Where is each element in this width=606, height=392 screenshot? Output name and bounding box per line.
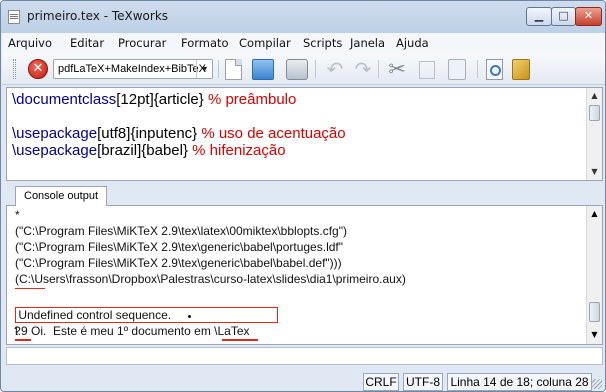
- console-line: (C:\Users\frasson\Dropbox\Palestras\curs…: [15, 272, 406, 286]
- scroll-down-icon[interactable]: ▼: [587, 167, 602, 176]
- typeset-engine-select[interactable]: pdfLaTeX+MakeIndex+BibTeX ▼: [53, 59, 213, 79]
- line-ending-indicator[interactable]: CRLF: [363, 373, 399, 391]
- latex-comment: % preâmbulo: [203, 91, 297, 108]
- latex-command: \documentclass: [12, 91, 117, 108]
- console-prompt: ?: [14, 324, 21, 338]
- latex-comment: % hifenização: [188, 142, 286, 159]
- save-icon[interactable]: [286, 59, 308, 80]
- title-bar: primeiro.tex - TeXworks ▁ □ ✕: [1, 1, 605, 33]
- resize-grip-icon[interactable]: [592, 379, 602, 389]
- menu-editar[interactable]: Editar: [70, 36, 104, 50]
- typeset-engine-value: pdfLaTeX+MakeIndex+BibTeX: [58, 63, 206, 75]
- menu-scripts[interactable]: Scripts: [303, 36, 342, 50]
- replace-icon[interactable]: [512, 59, 530, 80]
- editor-scrollbar[interactable]: ▲ ▼: [586, 88, 602, 180]
- scroll-up-icon[interactable]: ▲: [587, 209, 602, 218]
- encoding-indicator[interactable]: UTF-8: [403, 373, 443, 391]
- console-scrollbar[interactable]: ▲ ▼: [586, 206, 602, 344]
- menu-formato[interactable]: Formato: [181, 36, 229, 50]
- menu-bar: Arquivo Editar Procurar Formato Compilar…: [2, 33, 605, 53]
- code-line: \usepackage[brazil]{babel} % hifenização: [12, 142, 286, 159]
- document-app-icon: [8, 10, 20, 24]
- menu-ajuda[interactable]: Ajuda: [396, 36, 429, 50]
- menu-arquivo[interactable]: Arquivo: [8, 36, 52, 50]
- error-underline: [15, 288, 45, 289]
- latex-comment: % uso de acentuação: [197, 125, 346, 142]
- menu-procurar[interactable]: Procurar: [118, 36, 166, 50]
- scroll-up-icon[interactable]: ▲: [587, 91, 602, 100]
- console-line: ("C:\Program Files\MiKTeX 2.9\tex\generi…: [15, 256, 342, 270]
- scroll-thumb[interactable]: [589, 302, 600, 322]
- toolbar: ✕ pdfLaTeX+MakeIndex+BibTeX ▼ ↶ ↷ ✂: [2, 53, 605, 85]
- menu-janela[interactable]: Janela: [350, 36, 385, 50]
- latex-command: \usepackage: [12, 125, 98, 142]
- console-dot: [188, 315, 191, 318]
- console-output: * ("C:\Program Files\MiKTeX 2.9\tex\late…: [6, 205, 603, 345]
- error-underline: [15, 339, 31, 341]
- new-document-icon[interactable]: [225, 59, 242, 80]
- redo-icon[interactable]: ↷: [352, 59, 374, 80]
- paste-icon[interactable]: [448, 59, 466, 80]
- minimize-button[interactable]: ▁: [526, 7, 552, 26]
- error-underline: [222, 339, 258, 341]
- error-line-reference: l.9 Oi. Este é meu 1º documento em \LaTe…: [15, 324, 250, 338]
- console-line: *: [15, 208, 20, 222]
- console-line: ("C:\Program Files\MiKTeX 2.9\tex\latex\…: [15, 224, 347, 238]
- latex-option: [brazil]: [97, 142, 142, 159]
- code-line: \usepackage[utf8]{inputenc} % uso de ace…: [12, 125, 346, 142]
- latex-option: [12pt]: [116, 91, 154, 108]
- latex-argument: {article}: [153, 91, 204, 108]
- close-button[interactable]: ✕: [575, 7, 602, 26]
- latex-option: [utf8]: [97, 125, 131, 142]
- texworks-window: primeiro.tex - TeXworks ▁ □ ✕ Arquivo Ed…: [0, 0, 606, 392]
- tab-console-output[interactable]: Console output: [15, 186, 107, 206]
- console-line: ("C:\Program Files\MiKTeX 2.9\tex\generi…: [15, 240, 343, 254]
- latex-command: \usepackage: [12, 142, 98, 159]
- undo-icon[interactable]: ↶: [324, 59, 346, 80]
- menu-compilar[interactable]: Compilar: [239, 36, 291, 50]
- error-message: Undefined control sequence.: [15, 308, 172, 322]
- copy-icon[interactable]: [419, 61, 435, 79]
- cut-icon[interactable]: ✂: [386, 59, 408, 80]
- scroll-thumb[interactable]: [589, 105, 600, 121]
- open-folder-icon[interactable]: [252, 59, 274, 80]
- find-icon[interactable]: [486, 59, 503, 80]
- code-line: \documentclass[12pt]{article} % preâmbul…: [12, 91, 296, 108]
- cursor-position[interactable]: Linha 14 de 18; coluna 28: [447, 373, 592, 391]
- latex-argument: {babel}: [141, 142, 188, 159]
- chevron-down-icon: ▼: [196, 60, 212, 78]
- window-title: primeiro.tex - TeXworks: [27, 9, 169, 23]
- maximize-button[interactable]: □: [551, 7, 576, 26]
- stop-icon[interactable]: ✕: [28, 59, 48, 79]
- toolbar-separator: [477, 60, 478, 78]
- status-bar: CRLF UTF-8 Linha 14 de 18; coluna 28: [2, 366, 605, 391]
- toolbar-grip[interactable]: [13, 59, 16, 79]
- console-input[interactable]: [6, 347, 603, 365]
- latex-argument: {inputenc}: [130, 125, 198, 142]
- scroll-down-icon[interactable]: ▼: [587, 330, 602, 339]
- source-editor[interactable]: \documentclass[12pt]{article} % preâmbul…: [6, 87, 603, 181]
- toolbar-separator: [315, 60, 316, 78]
- toolbar-separator: [378, 60, 379, 78]
- toolbar-separator: [218, 60, 219, 78]
